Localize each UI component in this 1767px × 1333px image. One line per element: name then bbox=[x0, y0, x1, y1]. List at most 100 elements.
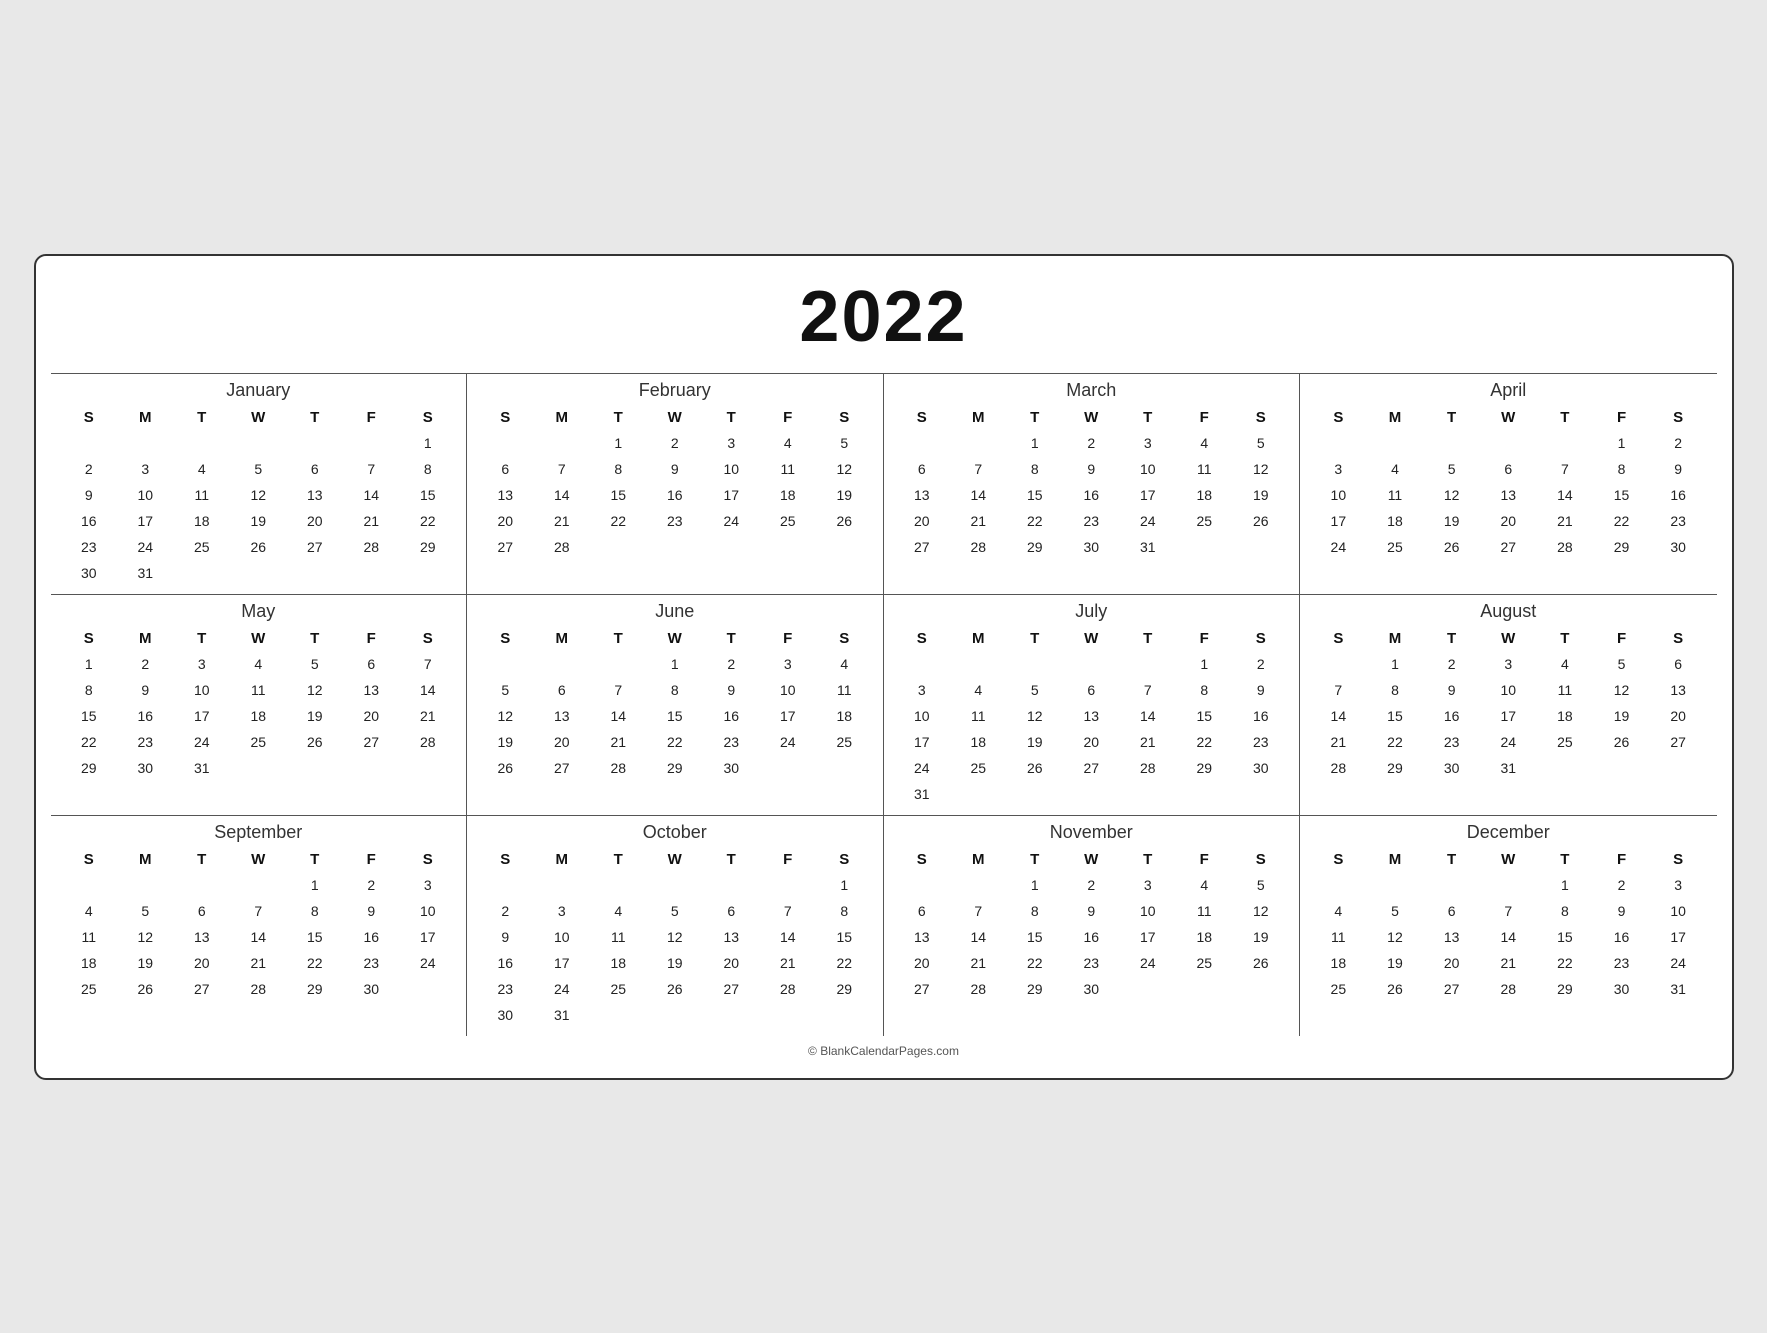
day-cell-empty: . bbox=[1367, 872, 1424, 898]
day-header: W bbox=[230, 405, 287, 430]
day-cell: 7 bbox=[1537, 456, 1594, 482]
day-cell: 4 bbox=[760, 430, 817, 456]
day-cell: 13 bbox=[1063, 703, 1120, 729]
month-name: July bbox=[894, 601, 1290, 622]
day-cell: 20 bbox=[703, 950, 760, 976]
day-cell: 30 bbox=[61, 560, 118, 586]
day-cell: 26 bbox=[816, 508, 873, 534]
day-cell-empty: . bbox=[61, 872, 118, 898]
day-cell: 22 bbox=[816, 950, 873, 976]
day-header: T bbox=[1537, 405, 1594, 430]
day-cell: 2 bbox=[477, 898, 534, 924]
day-cell-empty: . bbox=[1120, 651, 1177, 677]
day-cell: 8 bbox=[1593, 456, 1650, 482]
day-cell: 24 bbox=[894, 755, 951, 781]
day-cell-empty: . bbox=[1310, 651, 1367, 677]
day-header: T bbox=[174, 626, 231, 651]
day-cell: 28 bbox=[230, 976, 287, 1002]
day-cell: 13 bbox=[1650, 677, 1707, 703]
day-cell: 25 bbox=[760, 508, 817, 534]
day-cell: 23 bbox=[1423, 729, 1480, 755]
day-cell-empty: . bbox=[400, 976, 457, 1002]
day-cell-empty: . bbox=[1593, 755, 1650, 781]
day-cell: 18 bbox=[1310, 950, 1367, 976]
day-cell-empty: . bbox=[534, 651, 591, 677]
month-block-january: JanuarySMTWTFS......12345678910111213141… bbox=[51, 374, 468, 595]
day-cell: 25 bbox=[174, 534, 231, 560]
day-cell: 1 bbox=[590, 430, 647, 456]
day-cell: 3 bbox=[174, 651, 231, 677]
day-header: S bbox=[1233, 847, 1290, 872]
day-header: S bbox=[894, 626, 951, 651]
day-cell: 7 bbox=[1310, 677, 1367, 703]
day-cell: 18 bbox=[816, 703, 873, 729]
day-cell: 5 bbox=[1593, 651, 1650, 677]
day-cell: 19 bbox=[477, 729, 534, 755]
day-grid: SMTWTFS......123456789101112131415161718… bbox=[61, 405, 457, 586]
day-cell: 28 bbox=[1480, 976, 1537, 1002]
day-header: M bbox=[117, 626, 174, 651]
day-header: W bbox=[230, 847, 287, 872]
day-cell-empty: . bbox=[174, 560, 231, 586]
day-cell: 23 bbox=[477, 976, 534, 1002]
day-cell: 12 bbox=[230, 482, 287, 508]
day-cell: 29 bbox=[1007, 534, 1064, 560]
day-cell-empty: . bbox=[590, 651, 647, 677]
day-cell-empty: . bbox=[1176, 976, 1233, 1002]
day-cell: 18 bbox=[174, 508, 231, 534]
day-cell: 10 bbox=[703, 456, 760, 482]
day-cell: 10 bbox=[117, 482, 174, 508]
day-cell: 25 bbox=[1176, 508, 1233, 534]
day-cell: 21 bbox=[950, 950, 1007, 976]
day-cell: 23 bbox=[703, 729, 760, 755]
day-cell: 24 bbox=[1120, 508, 1177, 534]
day-cell-empty: . bbox=[343, 755, 400, 781]
day-cell: 13 bbox=[174, 924, 231, 950]
day-header: S bbox=[61, 405, 118, 430]
day-cell: 31 bbox=[534, 1002, 591, 1028]
day-cell: 9 bbox=[61, 482, 118, 508]
day-cell: 14 bbox=[1120, 703, 1177, 729]
day-cell: 14 bbox=[590, 703, 647, 729]
day-cell: 17 bbox=[1480, 703, 1537, 729]
day-cell: 22 bbox=[647, 729, 704, 755]
day-cell: 22 bbox=[61, 729, 118, 755]
day-cell: 24 bbox=[703, 508, 760, 534]
day-header: T bbox=[1423, 847, 1480, 872]
day-cell: 17 bbox=[534, 950, 591, 976]
day-cell-empty: . bbox=[590, 872, 647, 898]
day-header: S bbox=[816, 405, 873, 430]
day-cell: 16 bbox=[1063, 924, 1120, 950]
day-cell: 28 bbox=[1120, 755, 1177, 781]
day-cell: 28 bbox=[950, 534, 1007, 560]
day-cell: 22 bbox=[400, 508, 457, 534]
day-cell-empty: . bbox=[230, 430, 287, 456]
day-cell: 13 bbox=[477, 482, 534, 508]
day-cell: 5 bbox=[1423, 456, 1480, 482]
month-name: December bbox=[1310, 822, 1707, 843]
day-cell: 24 bbox=[174, 729, 231, 755]
day-cell: 25 bbox=[590, 976, 647, 1002]
day-header: T bbox=[703, 405, 760, 430]
day-cell-empty: . bbox=[703, 534, 760, 560]
day-cell-empty: . bbox=[477, 430, 534, 456]
day-cell-empty: . bbox=[287, 430, 344, 456]
day-grid: SMTWTFS123456789101112131415161718192021… bbox=[61, 626, 457, 781]
day-cell: 21 bbox=[230, 950, 287, 976]
day-cell: 30 bbox=[703, 755, 760, 781]
day-cell: 12 bbox=[1233, 898, 1290, 924]
day-cell: 5 bbox=[647, 898, 704, 924]
day-grid: SMTWTFS....12345678910111213141516171819… bbox=[1310, 847, 1707, 1002]
day-cell: 3 bbox=[400, 872, 457, 898]
day-cell: 16 bbox=[1233, 703, 1290, 729]
day-cell: 23 bbox=[1063, 950, 1120, 976]
day-grid: SMTWTFS.....1234567891011121314151617181… bbox=[1310, 405, 1707, 560]
day-cell: 16 bbox=[1423, 703, 1480, 729]
day-cell: 18 bbox=[230, 703, 287, 729]
day-cell: 1 bbox=[1367, 651, 1424, 677]
day-cell: 23 bbox=[1593, 950, 1650, 976]
day-cell: 4 bbox=[816, 651, 873, 677]
day-cell: 26 bbox=[1233, 950, 1290, 976]
day-cell: 27 bbox=[174, 976, 231, 1002]
day-cell: 1 bbox=[647, 651, 704, 677]
